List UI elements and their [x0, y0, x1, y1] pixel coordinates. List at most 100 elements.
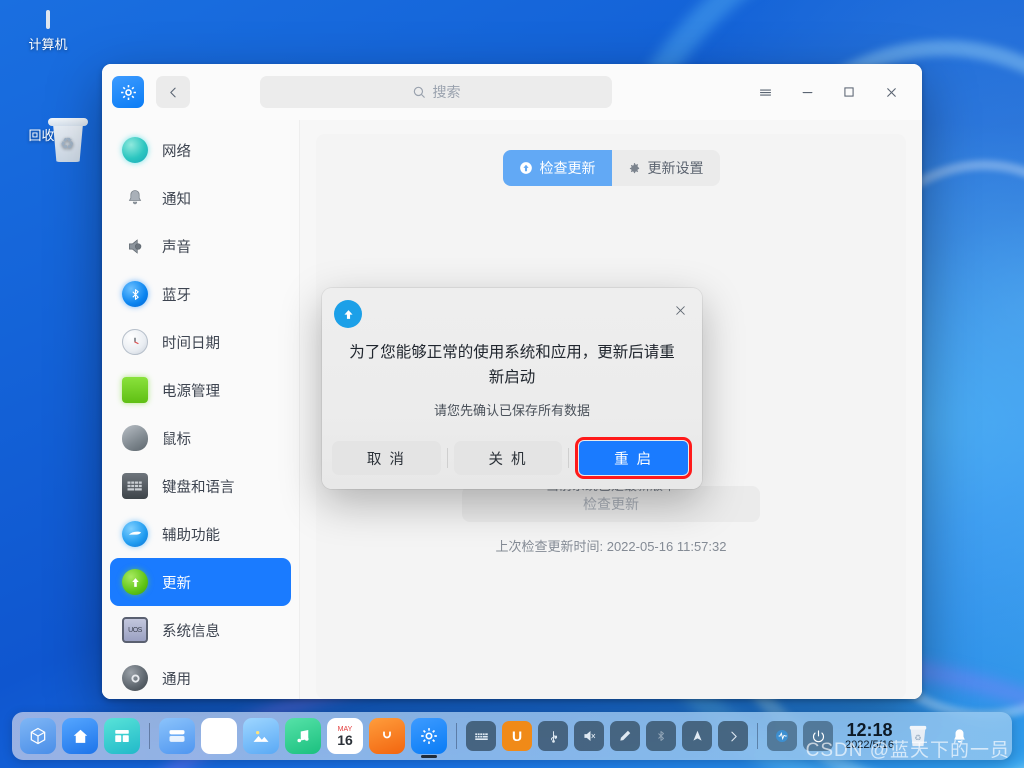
back-button[interactable]	[156, 76, 190, 108]
general-gear-icon	[122, 665, 148, 691]
settings-gear-icon	[112, 76, 144, 108]
settings-sidebar: 网络 通知 声音 蓝牙 时间日期 电源管理 鼠标 键盘和语言 辅助功能 更新 U…	[102, 120, 300, 699]
sidebar-item-update[interactable]: 更新	[110, 558, 291, 606]
shutdown-button[interactable]: 关 机	[453, 441, 563, 475]
desktop: 计算机 ♻ 回收站 搜索 网络 通知 声音 蓝牙 时间日期 电源管理 鼠标 键盘…	[0, 0, 1024, 768]
dialog-subtitle: 请您先确认已保存所有数据	[433, 403, 590, 418]
battery-icon	[122, 377, 148, 403]
taskbar-notifications[interactable]	[942, 718, 978, 754]
sidebar-item-accessibility[interactable]: 辅助功能	[110, 510, 291, 558]
tray-power-menu[interactable]	[803, 721, 833, 751]
taskbar-clock[interactable]: 12:18 2022/5/16	[845, 719, 894, 751]
sidebar-item-label: 通用	[162, 671, 191, 688]
restart-button[interactable]: 重 启	[579, 441, 689, 475]
taskbar-file-manager[interactable]	[159, 718, 195, 754]
mouse-icon	[122, 425, 148, 451]
tray-bluetooth[interactable]	[646, 721, 676, 751]
desktop-icon-computer[interactable]: 计算机	[2, 10, 94, 53]
tray-ubuntu-kylin[interactable]: U	[502, 721, 532, 751]
tab-update-settings[interactable]: 更新设置	[612, 150, 720, 186]
dialog-close-button[interactable]	[670, 300, 690, 320]
search-icon	[413, 86, 425, 98]
keyboard-icon	[122, 473, 148, 499]
tray-volume[interactable]	[574, 721, 604, 751]
restart-button-highlight: 重 启	[575, 437, 693, 479]
button-separator	[568, 448, 570, 468]
taskbar-photos[interactable]	[243, 718, 279, 754]
tray-sound-effects[interactable]	[767, 721, 797, 751]
maximize-icon[interactable]	[836, 79, 862, 105]
clock-time: 12:18	[846, 719, 893, 740]
last-check-time: 上次检查更新时间: 2022-05-16 11:57:32	[495, 539, 727, 554]
sidebar-item-label: 键盘和语言	[162, 479, 235, 496]
search-input[interactable]: 搜索	[260, 76, 612, 108]
sidebar-item-label: 声音	[162, 239, 191, 256]
dialog-title: 为了您能够正常的使用系统和应用，更新后请重新启动	[349, 344, 675, 386]
hamburger-menu-icon[interactable]	[752, 79, 778, 105]
sidebar-item-system-info[interactable]: UOS 系统信息	[110, 606, 291, 654]
gear-icon	[629, 162, 639, 173]
taskbar-home[interactable]	[62, 718, 98, 754]
minimize-icon[interactable]	[794, 79, 820, 105]
tray-network[interactable]	[682, 721, 712, 751]
taskbar-calendar[interactable]: MAY 16	[327, 718, 363, 754]
taskbar-trash[interactable]: ♻	[900, 718, 936, 754]
taskbar-control-center[interactable]	[411, 718, 447, 754]
taskbar-music[interactable]	[285, 718, 321, 754]
taskbar-launcher[interactable]	[20, 718, 56, 754]
bell-icon	[122, 185, 148, 211]
sidebar-item-general[interactable]: 通用	[110, 654, 291, 699]
accessibility-icon	[122, 521, 148, 547]
sidebar-item-label: 更新	[162, 575, 191, 592]
tray-keyboard-layout[interactable]	[466, 721, 496, 751]
taskbar-browser[interactable]	[201, 718, 237, 754]
bluetooth-icon	[122, 281, 148, 307]
clock-date: 2022/5/16	[845, 738, 894, 751]
sidebar-item-label: 时间日期	[162, 335, 220, 352]
tab-label: 检查更新	[539, 160, 596, 176]
sidebar-item-keyboard[interactable]: 键盘和语言	[110, 462, 291, 510]
button-separator	[446, 448, 448, 468]
sidebar-item-bluetooth[interactable]: 蓝牙	[110, 270, 291, 318]
taskbar-app-store[interactable]	[369, 718, 405, 754]
close-icon[interactable]	[878, 79, 904, 105]
taskbar-divider	[456, 723, 457, 749]
sidebar-item-network[interactable]: 网络	[110, 126, 291, 174]
system-info-icon: UOS	[122, 617, 148, 643]
sidebar-item-label: 蓝牙	[162, 287, 191, 304]
tray-screen-capture[interactable]	[610, 721, 640, 751]
sidebar-item-label: 系统信息	[162, 623, 220, 640]
sidebar-item-power[interactable]: 电源管理	[110, 366, 291, 414]
search-placeholder: 搜索	[432, 84, 461, 100]
update-circle-icon	[519, 162, 532, 174]
sidebar-item-datetime[interactable]: 时间日期	[110, 318, 291, 366]
speaker-icon	[122, 233, 148, 259]
sidebar-item-mouse[interactable]: 鼠标	[110, 414, 291, 462]
sidebar-item-label: 网络	[162, 143, 191, 160]
desktop-icon-recycle-bin[interactable]: ♻ 回收站	[2, 118, 94, 162]
tab-check-update[interactable]: 检查更新	[502, 150, 612, 186]
tray-usb-device[interactable]	[538, 721, 568, 751]
update-tabs: 检查更新 更新设置	[502, 150, 720, 186]
shutdown-button-wrap: 关 机	[453, 441, 563, 475]
sidebar-item-sound[interactable]: 声音	[110, 222, 291, 270]
restart-confirmation-dialog: 为了您能够正常的使用系统和应用，更新后请重新启动 请您先确认已保存所有数据 取 …	[322, 288, 702, 489]
taskbar-divider	[757, 723, 758, 749]
cancel-button[interactable]: 取 消	[332, 441, 441, 475]
computer-monitor-icon	[2, 10, 94, 29]
window-controls	[752, 79, 914, 105]
taskbar-divider	[149, 723, 150, 749]
cancel-button-wrap: 取 消	[332, 441, 441, 475]
window-titlebar: 搜索	[102, 64, 922, 120]
clock-icon	[122, 329, 148, 355]
tab-label: 更新设置	[647, 160, 704, 176]
sidebar-item-label: 鼠标	[162, 431, 191, 448]
svg-text:♻: ♻	[914, 734, 921, 743]
taskbar-window-manager[interactable]	[104, 718, 140, 754]
update-arrow-icon	[122, 569, 148, 595]
network-globe-icon	[122, 137, 148, 163]
update-up-arrow-icon	[334, 300, 362, 328]
tray-expand[interactable]	[718, 721, 748, 751]
dialog-actions: 取 消 关 机 重 启	[322, 437, 702, 489]
sidebar-item-notification[interactable]: 通知	[110, 174, 291, 222]
